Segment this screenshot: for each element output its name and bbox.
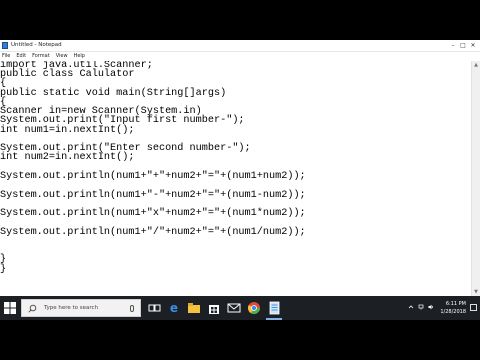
search-icon (28, 304, 37, 313)
volume-icon[interactable] (428, 304, 434, 310)
notepad-icon (2, 42, 8, 49)
search-placeholder: Type here to search (44, 305, 99, 311)
taskbar-search-box[interactable]: Type here to search (21, 299, 141, 317)
code-line: int num1=in.nextInt(); (0, 125, 135, 136)
store-icon[interactable] (206, 300, 222, 316)
close-button[interactable]: ✕ (468, 40, 478, 51)
text-editor-area[interactable]: import java.util.Scanner; public class C… (0, 61, 471, 296)
scroll-down-arrow-icon[interactable]: ▼ (472, 288, 480, 296)
code-line: System.out.print("Input first number-"); (0, 115, 245, 126)
action-center-icon[interactable] (470, 304, 477, 311)
window-controls: – □ ✕ (448, 40, 478, 51)
active-app-indicator (266, 318, 282, 320)
menu-format[interactable]: Format (32, 52, 50, 61)
code-line: { (0, 78, 7, 89)
network-icon[interactable] (418, 304, 424, 310)
clock-time[interactable]: 6:11 PM (446, 301, 466, 307)
windows-start-icon[interactable] (3, 301, 17, 315)
menu-file[interactable]: File (2, 52, 10, 61)
vertical-scrollbar[interactable]: ▲ ▼ (471, 61, 480, 296)
code-line: System.out.println(num1+"x"+num2+"="+(nu… (0, 208, 306, 219)
code-line: public class Calulator (0, 69, 135, 80)
maximize-button[interactable]: □ (458, 40, 468, 51)
menu-edit[interactable]: Edit (16, 52, 26, 61)
scroll-up-arrow-icon[interactable]: ▲ (472, 61, 480, 69)
clock-date[interactable]: 1/28/2018 (440, 309, 466, 315)
chevron-up-icon[interactable] (408, 304, 414, 310)
microphone-icon[interactable] (130, 305, 134, 312)
menu-help[interactable]: Help (74, 52, 85, 61)
menu-bar: File Edit Format View Help (0, 52, 480, 61)
window-title: Untitled - Notepad (11, 42, 62, 48)
minimize-button[interactable]: – (448, 40, 458, 51)
desktop-screen: Untitled - Notepad – □ ✕ File Edit Forma… (0, 40, 480, 320)
taskbar: Type here to search e 6:11 PM 1/28/2018 (0, 296, 480, 320)
mail-icon[interactable] (226, 300, 242, 316)
code-line: System.out.println(num1+"+"+num2+"="+(nu… (0, 171, 306, 182)
code-line: } (0, 254, 7, 265)
menu-view[interactable]: View (56, 52, 68, 61)
edge-icon[interactable]: e (166, 300, 182, 316)
code-line: System.out.println(num1+"/"+num2+"="+(nu… (0, 227, 306, 238)
notepad-icon[interactable] (266, 300, 282, 316)
file-explorer-icon[interactable] (186, 300, 202, 316)
code-line: public static void main(String[]args) (0, 88, 227, 99)
code-line: } (0, 264, 7, 275)
code-line: System.out.println(num1+"-"+num2+"="+(nu… (0, 190, 306, 201)
notepad-titlebar[interactable]: Untitled - Notepad – □ ✕ (0, 40, 480, 52)
chrome-icon[interactable] (246, 300, 262, 316)
task-view-icon[interactable] (146, 300, 162, 316)
code-line: int num2=in.nextInt(); (0, 152, 135, 163)
svg-text:e: e (170, 301, 178, 315)
